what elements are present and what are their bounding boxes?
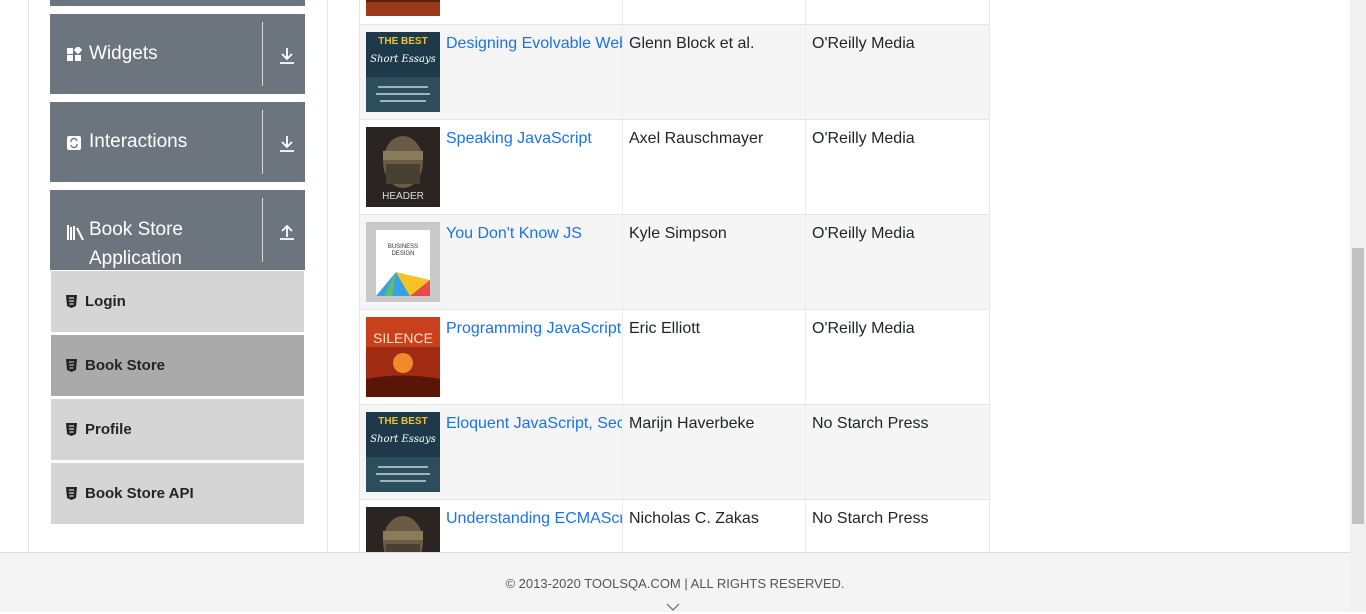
svg-text:SILENCE: SILENCE xyxy=(373,330,433,346)
menu-item-book-store[interactable]: Book Store xyxy=(51,335,304,397)
table-row: THE BEST Short Essays Eloquent JavaScript… xyxy=(360,405,989,500)
menu-item-login[interactable]: Login xyxy=(51,271,304,333)
divider xyxy=(262,22,263,86)
svg-text:THE BEST: THE BEST xyxy=(378,36,427,47)
svg-text:Short Essays: Short Essays xyxy=(370,434,436,445)
book-publisher: No Starch Press xyxy=(812,415,929,432)
table-row: HEADER Speaking JavaScript Axel Rauschma… xyxy=(360,120,989,215)
footer: © 2013-2020 TOOLSQA.COM | ALL RIGHTS RES… xyxy=(0,552,1350,612)
cell-divider xyxy=(805,25,806,119)
book-author: Marijn Haverbeke xyxy=(629,415,755,432)
book-author: Glenn Block et al. xyxy=(629,35,755,52)
cell-divider xyxy=(805,120,806,214)
widgets-icon xyxy=(67,45,83,67)
html5-icon xyxy=(66,295,77,308)
menu-item-label: Book Store API xyxy=(85,485,194,502)
svg-text:DESIGN: DESIGN xyxy=(391,251,414,257)
book-author: Kyle Simpson xyxy=(629,225,727,242)
book-title-link[interactable]: Speaking JavaScript xyxy=(446,130,622,148)
cell-divider xyxy=(622,215,623,309)
group-title-widgets: Widgets xyxy=(89,43,158,64)
divider xyxy=(262,110,263,174)
book-author: Axel Rauschmayer xyxy=(629,130,764,147)
book-publisher: O'Reilly Media xyxy=(812,225,915,242)
book-publisher: O'Reilly Media xyxy=(812,130,915,147)
cell-divider xyxy=(805,405,806,499)
book-title-link[interactable]: You Don't Know JS xyxy=(446,225,622,243)
menu-item-profile[interactable]: Profile xyxy=(51,399,304,461)
copyright-text: © 2013-2020 TOOLSQA.COM | ALL RIGHTS RES… xyxy=(505,576,845,591)
header-cover xyxy=(366,507,440,552)
group-header-book-store-application[interactable]: Book Store Application xyxy=(50,190,305,270)
html5-icon xyxy=(66,359,77,372)
cell-divider xyxy=(622,405,623,499)
silence-cover: SILENCE xyxy=(366,317,440,397)
upload-icon[interactable] xyxy=(277,222,297,242)
cell-divider xyxy=(622,0,623,24)
html5-icon xyxy=(66,423,77,436)
group-title-book-store-line2: Application xyxy=(89,248,182,269)
svg-text:Short Essays: Short Essays xyxy=(370,54,436,65)
menu-item-label: Book Store xyxy=(85,357,166,374)
group-header-interactions[interactable]: Interactions xyxy=(50,102,305,182)
header-cover: HEADER xyxy=(366,127,440,207)
book-store-icon xyxy=(67,225,85,245)
book-title-link[interactable]: Eloquent JavaScript, Second Edition xyxy=(446,415,622,433)
menu-item-label: Profile xyxy=(85,421,132,438)
book-publisher: O'Reilly Media xyxy=(812,35,915,52)
cell-divider xyxy=(622,310,623,404)
cell-divider xyxy=(805,0,806,24)
books-table: THE BEST Short Essays Designing Evolvable… xyxy=(359,0,990,552)
menu-item-book-store-api[interactable]: Book Store API xyxy=(51,463,304,525)
book-title-link[interactable]: Understanding ECMAScript 6 xyxy=(446,510,622,528)
book-author: Eric Elliott xyxy=(629,320,701,337)
svg-text:HEADER: HEADER xyxy=(382,191,424,202)
table-row: Understanding ECMAScript 6 Nicholas C. Z… xyxy=(360,500,989,552)
html5-icon xyxy=(66,487,77,500)
download-icon[interactable] xyxy=(277,46,297,66)
best-short-essays-cover: THE BEST Short Essays xyxy=(366,412,440,492)
book-cover xyxy=(366,0,440,16)
group-header-alerts-frame-windows[interactable] xyxy=(50,0,305,6)
svg-text:BUSINESS: BUSINESS xyxy=(388,244,418,250)
best-short-essays-cover: THE BEST Short Essays xyxy=(366,32,440,112)
divider xyxy=(262,198,263,262)
group-title-interactions: Interactions xyxy=(89,131,188,152)
book-publisher: O'Reilly Media xyxy=(812,320,915,337)
table-row: THE BEST Short Essays Designing Evolvable… xyxy=(360,25,989,120)
scrollbar-thumb[interactable] xyxy=(1352,248,1364,524)
interactions-icon xyxy=(67,136,81,155)
cell-divider xyxy=(805,310,806,404)
table-row: SILENCE Programming JavaScript Applicati… xyxy=(360,310,989,405)
book-title-link[interactable]: Designing Evolvable Web APIs with ASP.NE… xyxy=(446,35,622,53)
group-header-widgets[interactable]: Widgets xyxy=(50,14,305,94)
menu-item-label: Login xyxy=(85,293,126,310)
cell-divider xyxy=(805,500,806,552)
cell-divider xyxy=(805,215,806,309)
book-title-link[interactable]: Programming JavaScript Applications xyxy=(446,320,622,338)
cell-divider xyxy=(622,120,623,214)
book-publisher: No Starch Press xyxy=(812,510,929,527)
table-row: BUSINESS DESIGN You Don't Know JS Kyle Si… xyxy=(360,215,989,310)
svg-text:THE BEST: THE BEST xyxy=(378,416,427,427)
cell-divider xyxy=(622,500,623,552)
business-design-cover: BUSINESS DESIGN xyxy=(366,222,440,302)
download-icon[interactable] xyxy=(277,134,297,154)
table-row xyxy=(360,0,989,25)
cell-divider xyxy=(622,25,623,119)
book-author: Nicholas C. Zakas xyxy=(629,510,759,527)
group-title-book-store-line1: Book Store xyxy=(89,219,183,240)
